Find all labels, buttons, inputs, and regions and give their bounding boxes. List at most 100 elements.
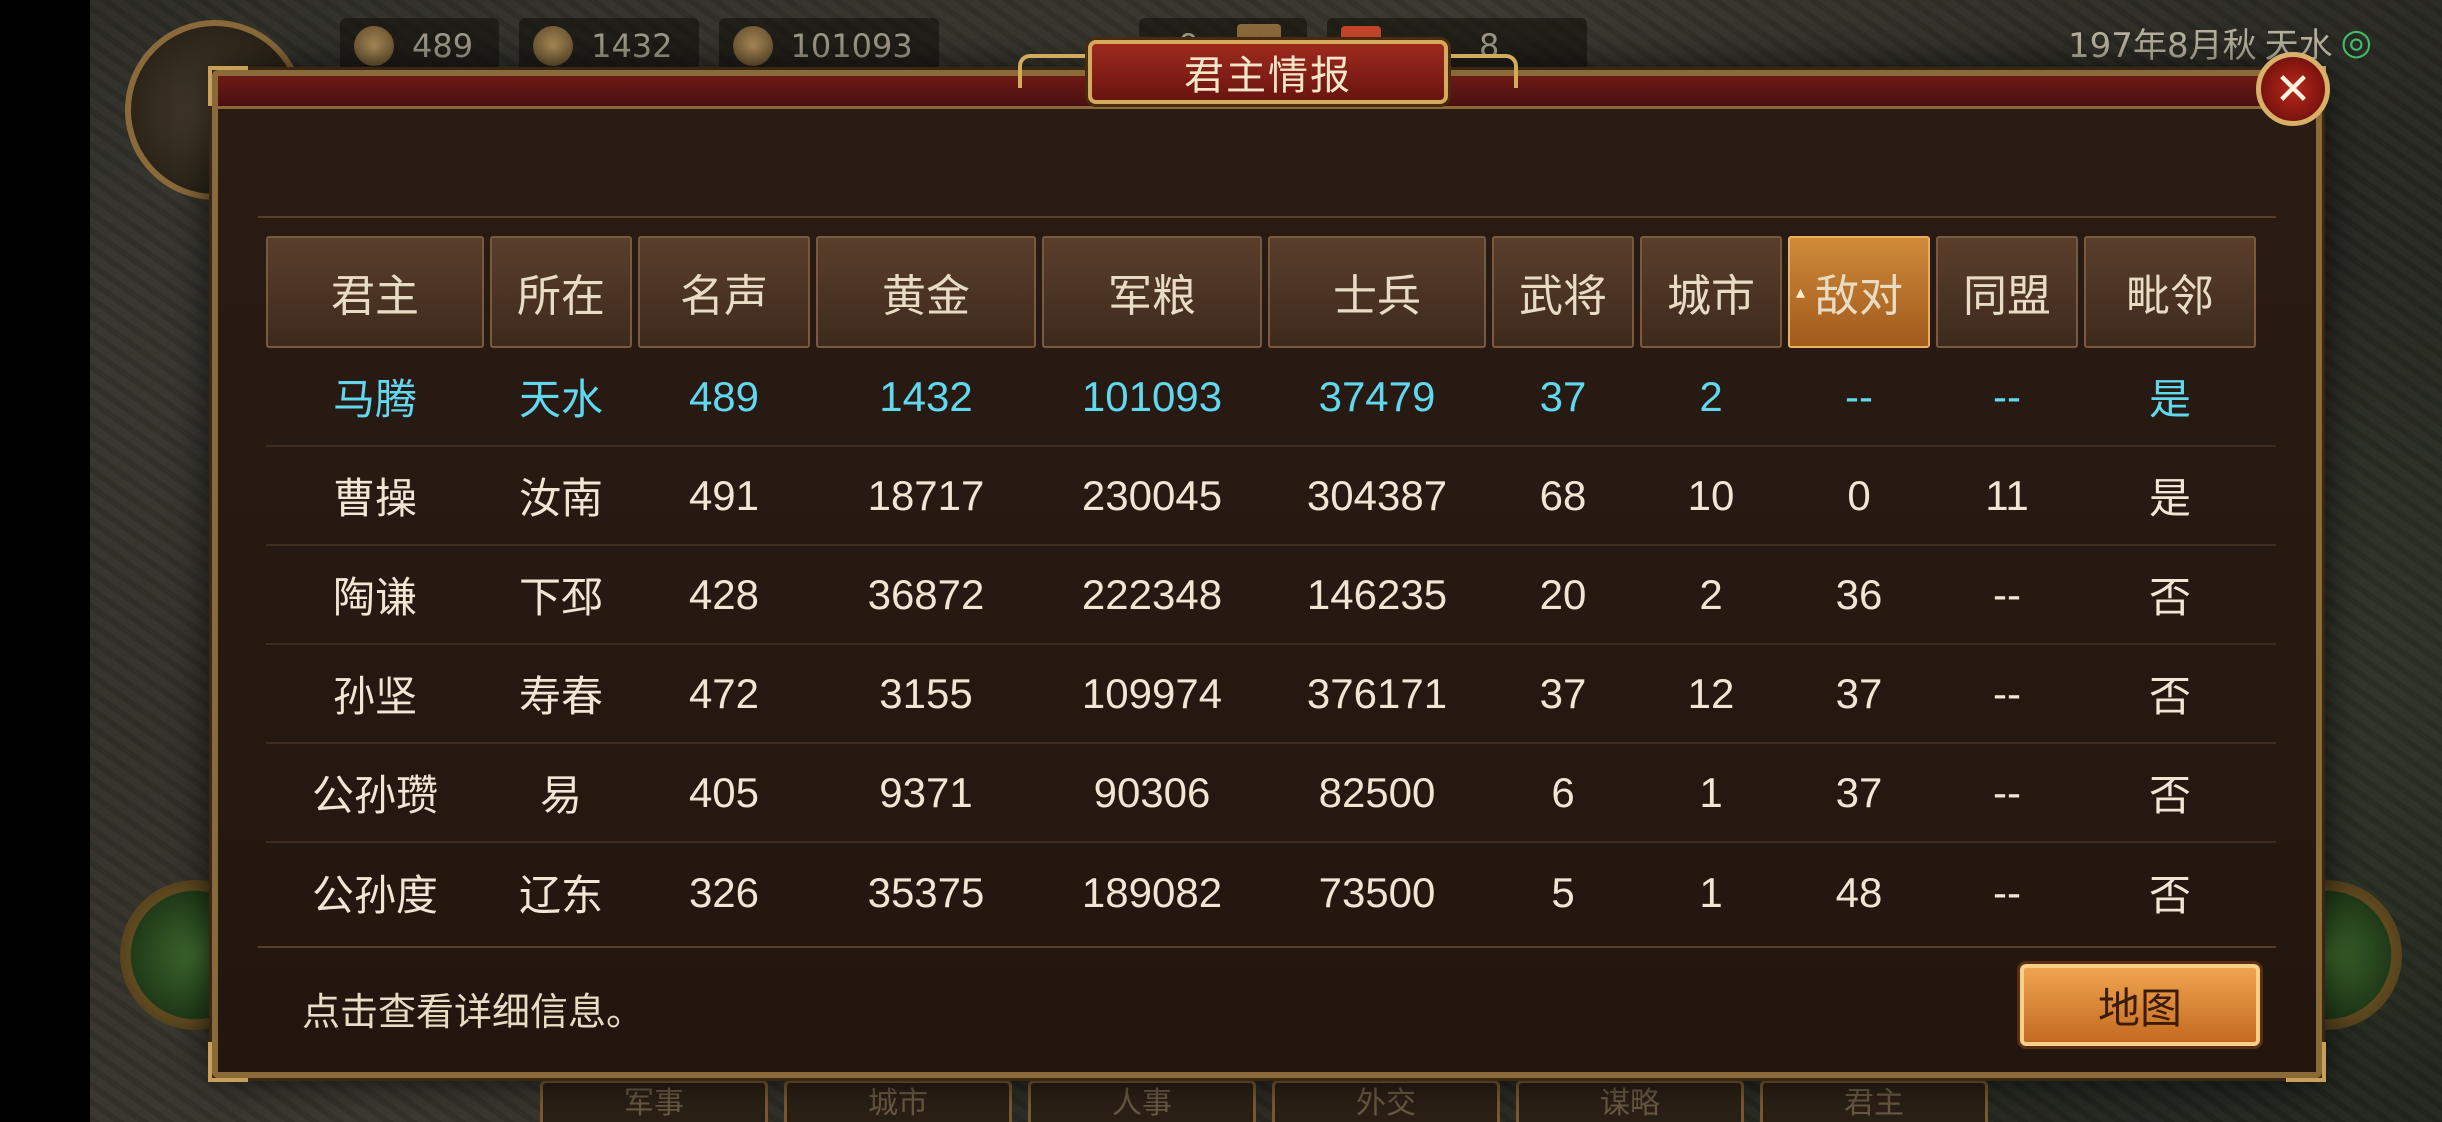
col-ruler[interactable]: 君主 bbox=[266, 236, 484, 348]
table-row[interactable]: 曹操 汝南 491 18717 230045 304387 68 10 0 11 是 bbox=[266, 447, 2276, 546]
cell-ruler: 孙坚 bbox=[332, 673, 417, 720]
cell-location: 汝南 bbox=[518, 475, 603, 522]
title-ornament-right bbox=[1438, 54, 1518, 88]
hint-text: 点击查看详细信息。 bbox=[302, 990, 645, 1034]
divider bbox=[258, 946, 2276, 948]
resource-gold: 1432 bbox=[519, 18, 699, 74]
col-location[interactable]: 所在 bbox=[490, 236, 632, 348]
divider bbox=[258, 216, 2276, 218]
cell-soldiers: 146235 bbox=[1306, 570, 1448, 618]
cell-alliance: -- bbox=[1993, 570, 2021, 618]
col-adjacent[interactable]: 毗邻 bbox=[2084, 236, 2256, 348]
cell-alliance: -- bbox=[1993, 669, 2021, 717]
cell-fame: 491 bbox=[688, 471, 760, 519]
cell-location: 寿春 bbox=[518, 673, 603, 720]
close-button[interactable]: ✕ bbox=[2256, 52, 2330, 126]
table-row[interactable]: 陶谦 下邳 428 36872 222348 146235 20 2 36 -- 否 bbox=[266, 546, 2276, 645]
cell-gold: 3155 bbox=[879, 669, 973, 717]
ruler-intel-dialog: 君主情报 ✕ 君主 所在 名声 黄金 军粮 士兵 武将 城市 敌对 同盟 毗邻 … bbox=[208, 40, 2330, 1082]
cell-gold: 9371 bbox=[879, 768, 973, 816]
cell-fame: 405 bbox=[688, 768, 760, 816]
cell-alliance: 11 bbox=[1985, 471, 2029, 519]
cell-alliance: -- bbox=[1993, 372, 2021, 420]
cell-hostile: 37 bbox=[1835, 669, 1883, 717]
cell-soldiers: 73500 bbox=[1318, 868, 1436, 916]
cell-location: 易 bbox=[539, 772, 582, 819]
cell-ruler: 公孙瓒 bbox=[311, 772, 438, 819]
cell-fame: 428 bbox=[688, 570, 760, 618]
cell-alliance: -- bbox=[1993, 868, 2021, 916]
signal-icon: ◎ bbox=[2340, 22, 2372, 63]
table-body: 马腾 天水 489 1432 101093 37479 37 2 -- -- 是曹操 汝南 491 187… bbox=[266, 348, 2276, 942]
cell-adjacent: 否 bbox=[2148, 574, 2191, 621]
cell-gold: 36872 bbox=[867, 570, 985, 618]
cell-fame: 472 bbox=[688, 669, 760, 717]
cell-adjacent: 否 bbox=[2148, 872, 2191, 919]
cell-cities: 1 bbox=[1699, 868, 1723, 916]
cell-adjacent: 否 bbox=[2148, 772, 2191, 819]
gold-icon bbox=[533, 26, 574, 66]
col-soldiers[interactable]: 士兵 bbox=[1268, 236, 1486, 348]
cell-cities: 2 bbox=[1699, 570, 1723, 618]
cell-grain: 109974 bbox=[1081, 669, 1223, 717]
table-row[interactable]: 公孙瓒 易 405 9371 90306 82500 6 1 37 -- 否 bbox=[266, 744, 2276, 843]
cell-soldiers: 376171 bbox=[1306, 669, 1448, 717]
cell-ruler: 马腾 bbox=[332, 376, 417, 423]
fame-value: 489 bbox=[412, 27, 474, 65]
cell-gold: 35375 bbox=[867, 868, 985, 916]
cell-hostile: 0 bbox=[1847, 471, 1871, 519]
cell-alliance: -- bbox=[1993, 768, 2021, 816]
table-row[interactable]: 马腾 天水 489 1432 101093 37479 37 2 -- -- 是 bbox=[266, 348, 2276, 447]
cell-cities: 10 bbox=[1687, 471, 1735, 519]
cell-soldiers: 304387 bbox=[1306, 471, 1448, 519]
col-hostile[interactable]: 敌对 bbox=[1788, 236, 1930, 348]
grain-icon bbox=[732, 26, 773, 66]
date-label: 197年8月秋 bbox=[2068, 26, 2257, 66]
resource-fame: 489 bbox=[340, 18, 500, 74]
cell-soldiers: 37479 bbox=[1318, 372, 1436, 420]
fame-icon bbox=[354, 26, 394, 66]
tab-city: 城市 bbox=[784, 1080, 1012, 1122]
cell-generals: 68 bbox=[1539, 471, 1587, 519]
tab-diplomacy: 外交 bbox=[1272, 1080, 1500, 1122]
col-gold[interactable]: 黄金 bbox=[816, 236, 1036, 348]
cell-grain: 189082 bbox=[1081, 868, 1223, 916]
ruler-table: 君主 所在 名声 黄金 军粮 士兵 武将 城市 敌对 同盟 毗邻 马腾 天水 489… bbox=[266, 236, 2276, 942]
cell-ruler: 陶谦 bbox=[332, 574, 417, 621]
cell-gold: 1432 bbox=[879, 372, 973, 420]
grain-value: 101093 bbox=[790, 27, 913, 65]
cell-location: 天水 bbox=[518, 376, 603, 423]
table-row[interactable]: 公孙度 辽东 326 35375 189082 73500 5 1 48 -- 否 bbox=[266, 843, 2276, 942]
table-header: 君主 所在 名声 黄金 军粮 士兵 武将 城市 敌对 同盟 毗邻 bbox=[266, 236, 2276, 348]
cell-grain: 101093 bbox=[1081, 372, 1223, 420]
cell-grain: 222348 bbox=[1081, 570, 1223, 618]
col-alliance[interactable]: 同盟 bbox=[1936, 236, 2078, 348]
col-fame[interactable]: 名声 bbox=[638, 236, 810, 348]
cell-grain: 230045 bbox=[1081, 471, 1223, 519]
cell-generals: 20 bbox=[1539, 570, 1587, 618]
corner-ornament bbox=[208, 1042, 248, 1082]
map-button[interactable]: 地图 bbox=[2020, 964, 2260, 1046]
col-generals[interactable]: 武将 bbox=[1492, 236, 1634, 348]
cell-grain: 90306 bbox=[1093, 768, 1211, 816]
cell-ruler: 曹操 bbox=[332, 475, 417, 522]
cell-generals: 37 bbox=[1539, 669, 1587, 717]
cell-generals: 37 bbox=[1539, 372, 1587, 420]
close-icon: ✕ bbox=[2274, 63, 2312, 115]
col-grain[interactable]: 军粮 bbox=[1042, 236, 1262, 348]
cell-cities: 1 bbox=[1699, 768, 1723, 816]
col-cities[interactable]: 城市 bbox=[1640, 236, 1782, 348]
cell-adjacent: 是 bbox=[2148, 475, 2191, 522]
cell-hostile: -- bbox=[1845, 372, 1873, 420]
dialog-title: 君主情报 bbox=[1088, 40, 1448, 104]
tab-strategy: 谋略 bbox=[1516, 1080, 1744, 1122]
cell-adjacent: 是 bbox=[2148, 376, 2191, 423]
status-date: 197年8月秋 天水 ◎ bbox=[2068, 18, 2372, 67]
tab-ruler: 君主 bbox=[1760, 1080, 1988, 1122]
resource-grain: 101093 bbox=[718, 18, 939, 74]
cell-adjacent: 否 bbox=[2148, 673, 2191, 720]
cell-fame: 489 bbox=[688, 372, 760, 420]
table-row[interactable]: 孙坚 寿春 472 3155 109974 376171 37 12 37 -- 否 bbox=[266, 645, 2276, 744]
bottom-tab-bar: 军事 城市 人事 外交 谋略 君主 bbox=[540, 1080, 1988, 1122]
corner-ornament bbox=[2286, 1042, 2326, 1082]
